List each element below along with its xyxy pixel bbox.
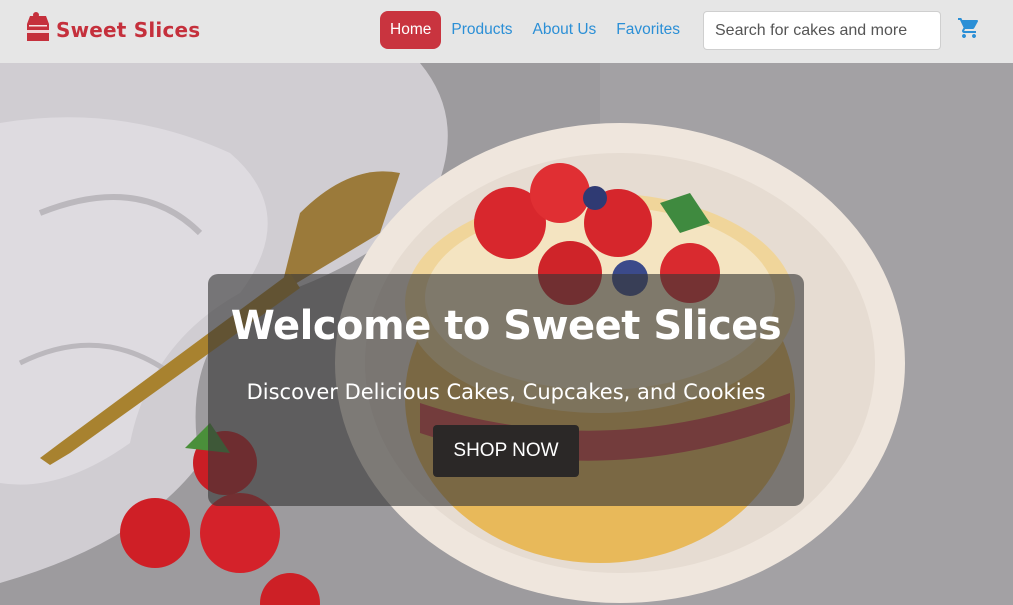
hero-subtitle: Discover Delicious Cakes, Cupcakes, and … bbox=[246, 380, 766, 404]
hero-overlay: Welcome to Sweet Slices Discover Delicio… bbox=[208, 274, 804, 506]
nav-menu: Home Products About Us Favorites bbox=[380, 11, 690, 49]
cake-slice-icon bbox=[24, 10, 52, 49]
shopping-cart-icon[interactable] bbox=[957, 16, 981, 40]
hero-banner: Welcome to Sweet Slices Discover Delicio… bbox=[0, 63, 1013, 605]
brand-name: Sweet Slices bbox=[56, 17, 201, 42]
nav-home[interactable]: Home bbox=[380, 11, 442, 49]
search-input[interactable] bbox=[703, 11, 941, 50]
nav-products[interactable]: Products bbox=[441, 11, 522, 49]
hero-title: Welcome to Sweet Slices bbox=[230, 303, 782, 349]
nav-favorites[interactable]: Favorites bbox=[606, 11, 690, 49]
navbar: Sweet Slices Home Products About Us Favo… bbox=[0, 0, 1013, 63]
brand-logo-link[interactable]: Sweet Slices bbox=[24, 10, 200, 49]
shop-now-button[interactable]: SHOP NOW bbox=[433, 425, 579, 477]
nav-about-us[interactable]: About Us bbox=[523, 11, 607, 49]
